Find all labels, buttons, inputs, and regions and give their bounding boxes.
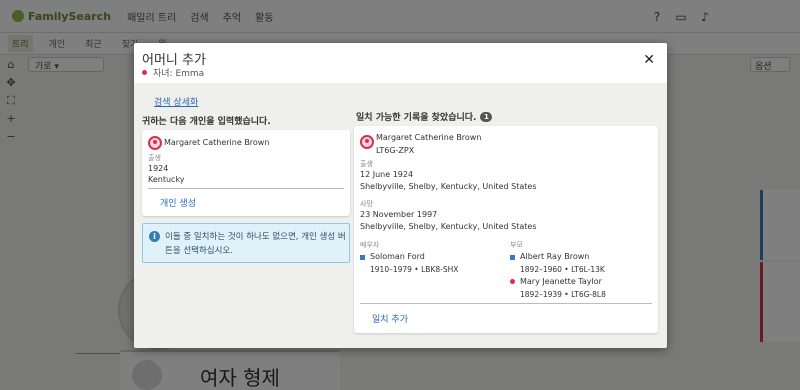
male-icon: [510, 255, 515, 260]
dialog-subtitle: 자녀: Emma: [142, 66, 204, 79]
birth-place: Kentucky: [148, 175, 185, 184]
birth-year: 1924: [148, 164, 169, 173]
info-message: i 이들 중 일치하는 것이 하나도 없으면, 개인 생성 버튼을 선택하십시오…: [142, 223, 350, 263]
death-place: Shelbyville, Shelby, Kentucky, United St…: [360, 222, 537, 231]
parents-label: 부모: [510, 241, 523, 249]
birth-date: 12 June 1924: [360, 170, 414, 179]
info-text: 이들 중 일치하는 것이 하나도 없으면, 개인 생성 버튼을 선택하십시오.: [165, 232, 346, 256]
female-icon: [142, 70, 147, 75]
father-name: Albert Ray Brown: [520, 252, 590, 261]
father-meta: 1892–1960 • LT6L-13K: [520, 265, 605, 274]
female-avatar-icon: [360, 135, 374, 149]
child-name: 자녀: Emma: [153, 69, 205, 79]
death-label: 사망: [360, 200, 373, 208]
matches-heading: 일치 가능한 기록을 찾았습니다. 1: [356, 110, 493, 123]
mother-name: Mary Jeanette Taylor: [520, 277, 602, 286]
male-icon: [360, 255, 365, 260]
close-button[interactable]: ✕: [643, 52, 655, 68]
spouse-label: 배우자: [360, 241, 380, 249]
female-icon: [510, 279, 515, 284]
create-person-button[interactable]: 개인 생성: [160, 196, 196, 209]
birth-label: 출생: [360, 160, 373, 168]
birth-place: Shelbyville, Shelby, Kentucky, United St…: [360, 182, 537, 191]
divider: [148, 188, 344, 189]
match-count-badge: 1: [480, 111, 493, 122]
match-record-card: Margaret Catherine Brown LT6G-ZPX 출생 12 …: [354, 126, 658, 333]
match-name: Margaret Catherine Brown: [376, 133, 482, 142]
entered-person-heading: 귀하는 다음 개인을 입력했습니다.: [142, 117, 271, 127]
match-person-id: LT6G-ZPX: [376, 146, 415, 155]
info-icon: i: [149, 231, 160, 242]
add-mother-dialog: 어머니 추가 자녀: Emma ✕ 검색 상세화 귀하는 다음 개인을 입력했습…: [134, 43, 667, 348]
divider: [360, 303, 652, 304]
birth-label: 출생: [148, 154, 161, 162]
spouse-name: Soloman Ford: [370, 252, 425, 261]
entered-person-name: Margaret Catherine Brown: [164, 138, 270, 147]
mother-meta: 1892–1939 • LT6G-8L8: [520, 290, 606, 299]
death-date: 23 November 1997: [360, 210, 438, 219]
refine-search-link[interactable]: 검색 상세화: [154, 95, 198, 108]
entered-person-card: Margaret Catherine Brown 출생 1924 Kentuck…: [142, 130, 350, 216]
spouse-meta: 1910–1979 • LBK8-SHX: [370, 265, 459, 274]
matches-heading-text: 일치 가능한 기록을 찾았습니다.: [356, 113, 477, 123]
dialog-header: 어머니 추가 자녀: Emma ✕: [134, 43, 667, 83]
female-avatar-icon: [148, 136, 162, 150]
add-match-button[interactable]: 일치 추가: [372, 312, 408, 325]
